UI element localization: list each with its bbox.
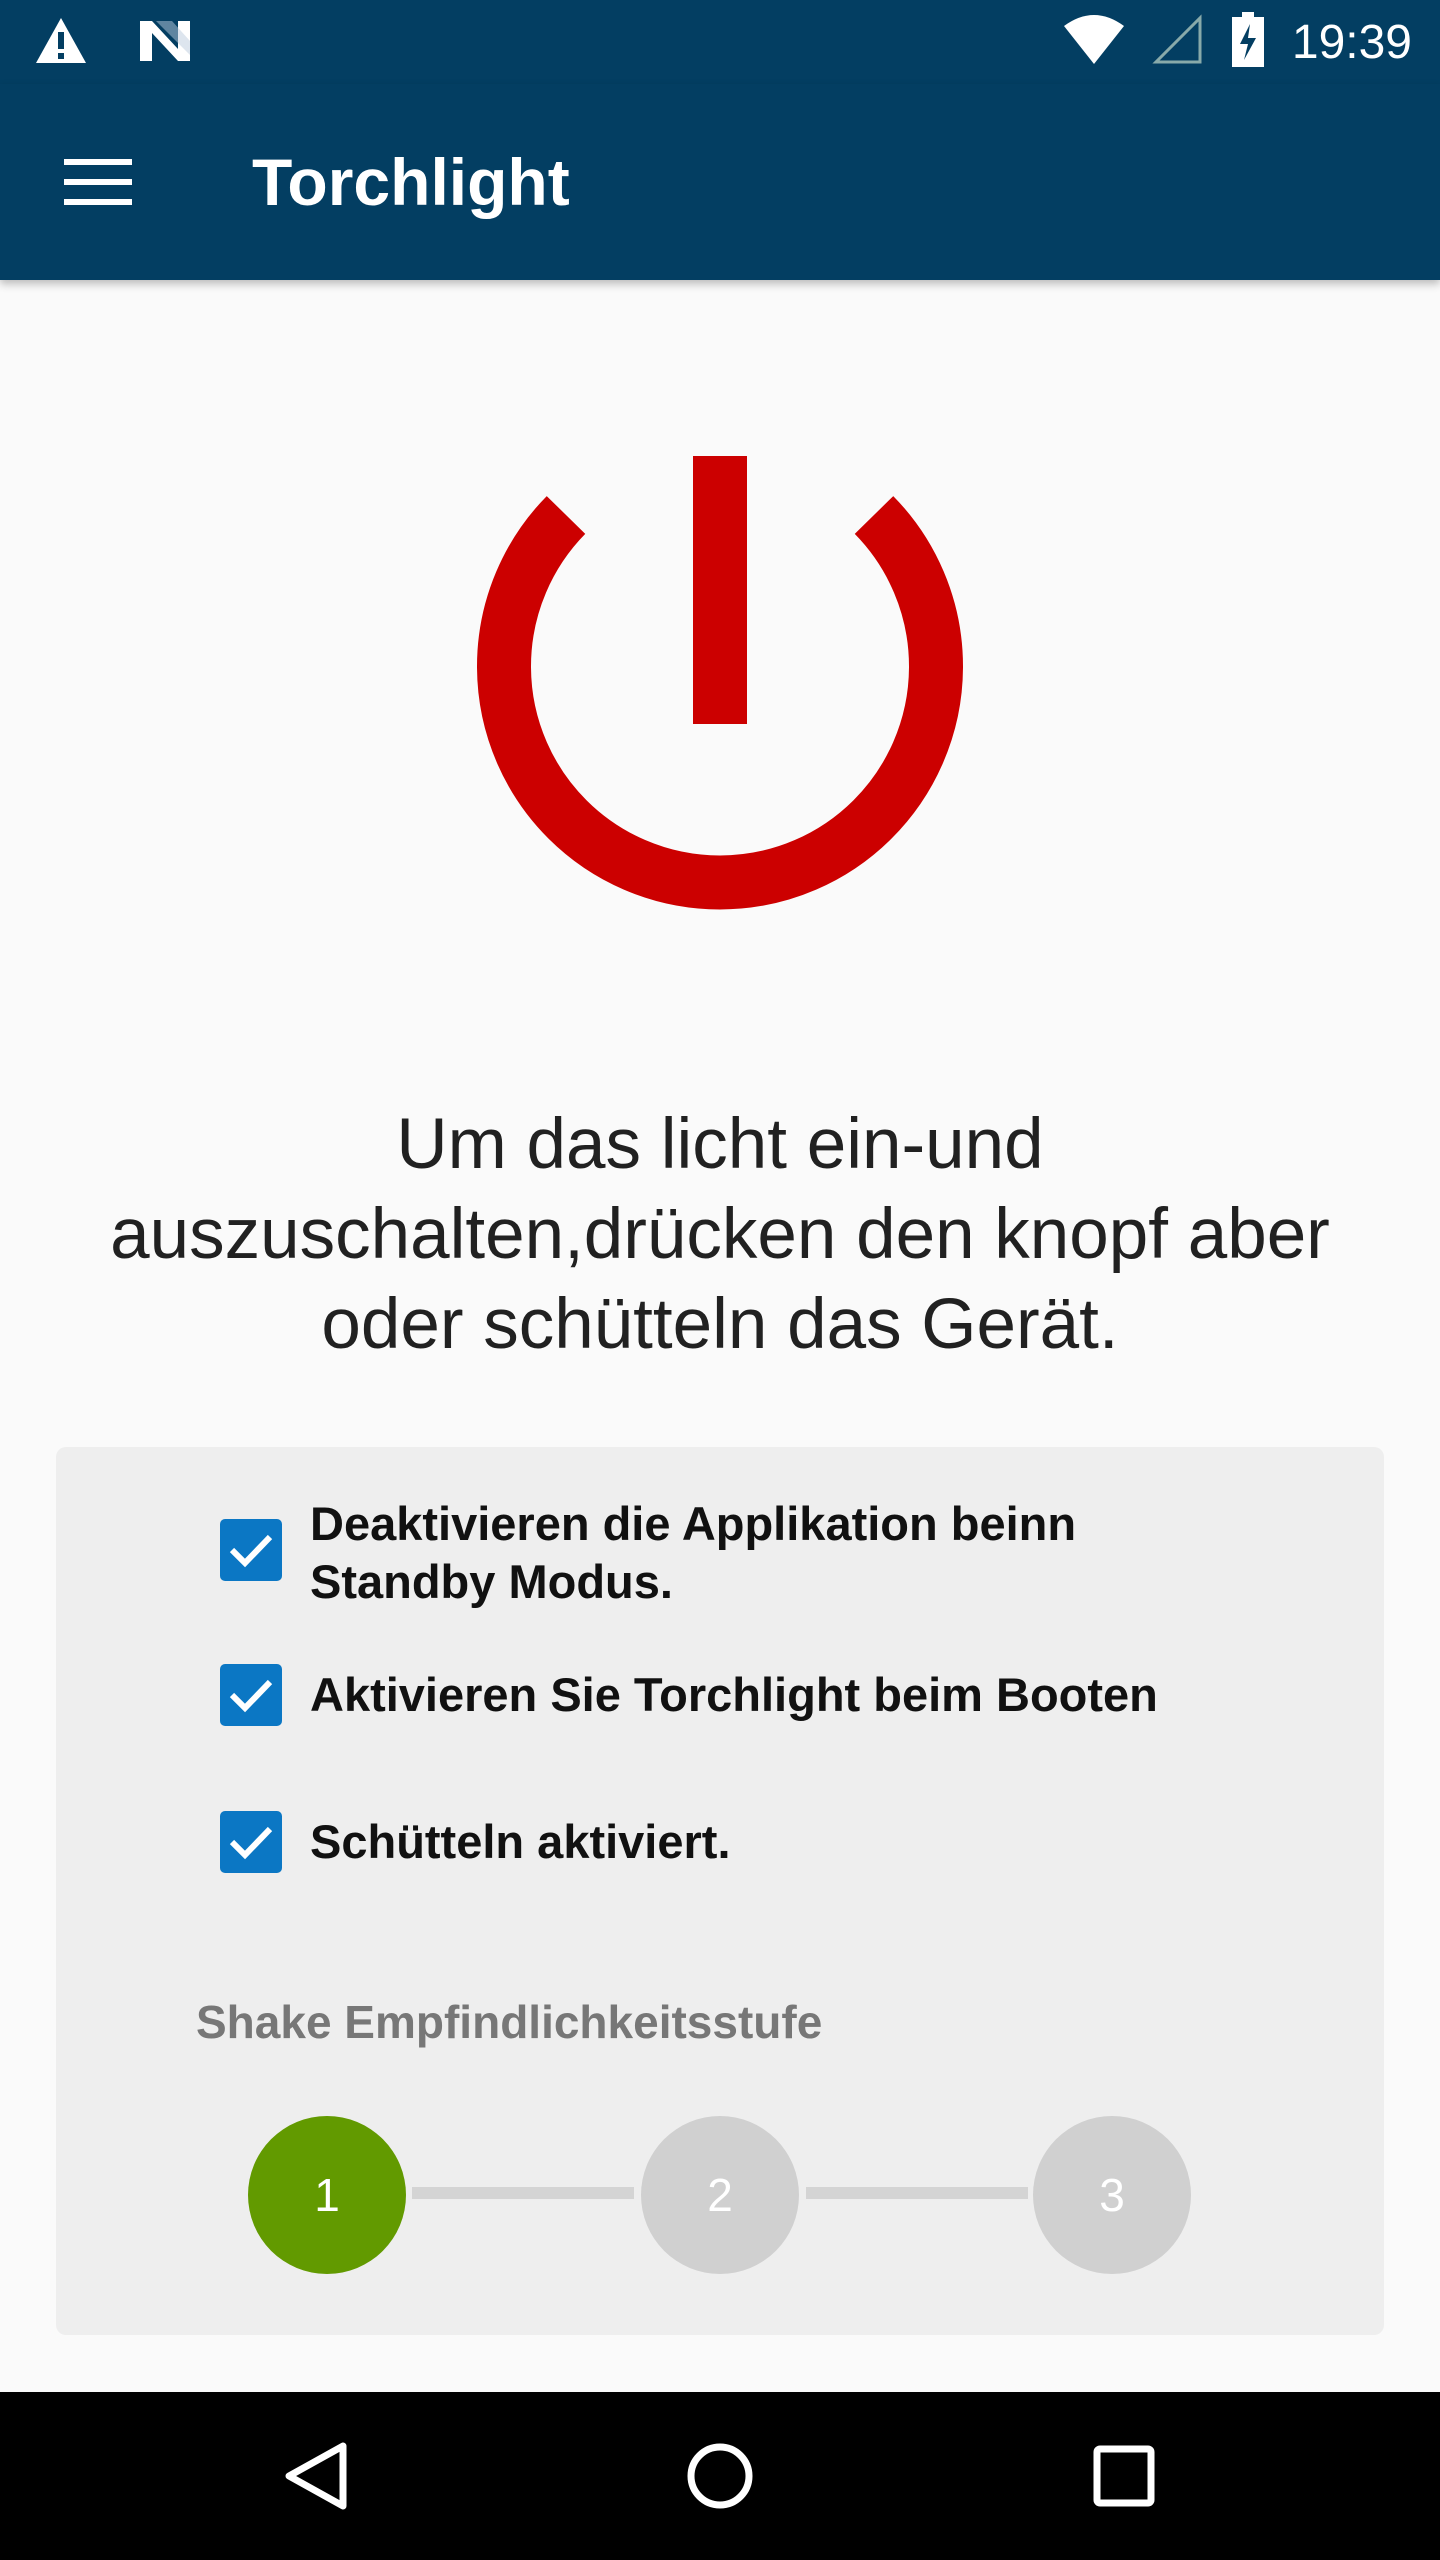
sensitivity-step-2[interactable]: 2 bbox=[641, 2116, 799, 2274]
n-icon bbox=[138, 19, 192, 68]
checkbox-standby-label: Deaktivieren die Applikation beinn Stand… bbox=[310, 1497, 1077, 1608]
checkbox-shake[interactable]: Schütteln aktiviert. bbox=[220, 1811, 1210, 1873]
power-icon bbox=[477, 456, 963, 910]
checkbox-standby[interactable]: Deaktivieren die Applikation beinn Stand… bbox=[220, 1495, 1210, 1611]
instructions-text: Um das licht ein-und auszuschalten,drück… bbox=[110, 1105, 1330, 1364]
recents-icon[interactable] bbox=[1074, 2426, 1174, 2526]
checkbox-standby-box[interactable] bbox=[220, 1519, 282, 1581]
hamburger-menu-icon[interactable] bbox=[48, 142, 148, 222]
checkbox-boot-box[interactable] bbox=[220, 1664, 282, 1726]
status-time: 19:39 bbox=[1291, 16, 1412, 69]
power-button[interactable] bbox=[470, 450, 970, 950]
checkbox-shake-label: Schütteln aktiviert. bbox=[310, 1815, 731, 1868]
sensitivity-label: Shake Empfindlichkeitsstufe bbox=[196, 1996, 823, 2048]
wifi-icon bbox=[1062, 14, 1126, 71]
battery-charging-icon bbox=[1230, 12, 1266, 73]
home-icon[interactable] bbox=[670, 2426, 770, 2526]
checkbox-shake-box[interactable] bbox=[220, 1811, 282, 1873]
step-connector bbox=[412, 2187, 634, 2199]
back-icon[interactable] bbox=[266, 2426, 366, 2526]
step-connector bbox=[806, 2187, 1028, 2199]
sensitivity-step-1[interactable]: 1 bbox=[248, 2116, 406, 2274]
check-icon bbox=[229, 1679, 273, 1713]
app-bar: Torchlight bbox=[0, 84, 1440, 280]
status-bar: 19:39 bbox=[0, 0, 1440, 84]
sensitivity-step-3[interactable]: 3 bbox=[1033, 2116, 1191, 2274]
checkbox-boot[interactable]: Aktivieren Sie Torchlight beim Booten bbox=[220, 1664, 1210, 1726]
checkbox-boot-label: Aktivieren Sie Torchlight beim Booten bbox=[310, 1668, 1158, 1721]
cellular-signal-icon bbox=[1152, 14, 1204, 71]
check-icon bbox=[229, 1534, 273, 1568]
navigation-bar bbox=[0, 2392, 1440, 2560]
warning-icon bbox=[34, 16, 88, 71]
check-icon bbox=[229, 1826, 273, 1860]
app-title: Torchlight bbox=[252, 145, 570, 219]
settings-card: Deaktivieren die Applikation beinn Stand… bbox=[56, 1447, 1384, 2335]
